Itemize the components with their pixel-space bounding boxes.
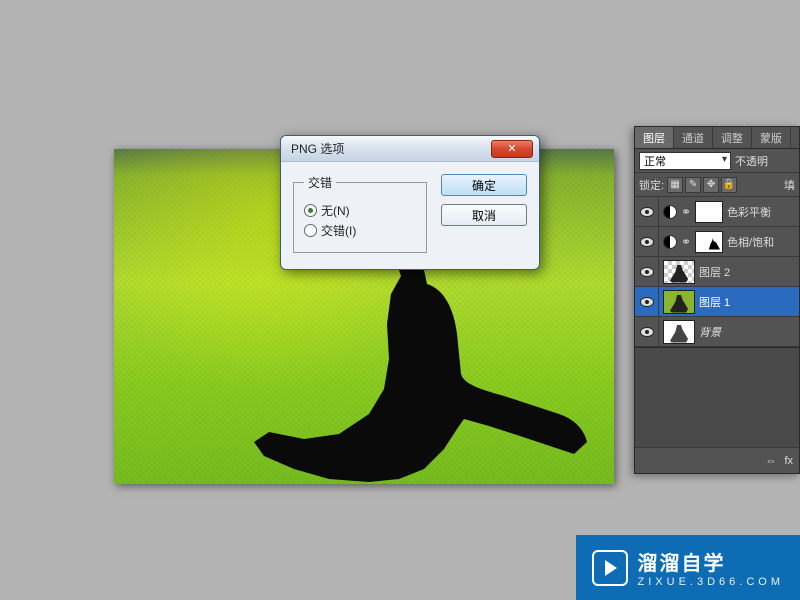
watermark: 溜溜自学 ZIXUE.3D66.COM: [576, 535, 800, 600]
lock-label: 锁定:: [639, 177, 664, 193]
dialog-title: PNG 选项: [291, 140, 491, 157]
eye-icon: [640, 327, 654, 337]
visibility-toggle[interactable]: [635, 257, 659, 286]
radio-none-label: 无(N): [321, 202, 350, 219]
tab-adjustments[interactable]: 调整: [713, 127, 752, 148]
mask-thumbnail[interactable]: [695, 201, 723, 223]
layers-list: ⚭ 色彩平衡 ⚭ 色相/饱和 图层 2 图层 1 背景: [635, 197, 799, 347]
layers-panel: 图层 通道 调整 蒙版 正常 不透明 锁定: ▦ ✎ ✥ 🔒 填 ⚭ 色彩平衡: [634, 126, 800, 474]
layer-row-background[interactable]: 背景: [635, 317, 799, 347]
adjustment-icon: [663, 235, 677, 249]
layer-row-color-balance[interactable]: ⚭ 色彩平衡: [635, 197, 799, 227]
tab-masks[interactable]: 蒙版: [752, 127, 791, 148]
lock-move-icon[interactable]: ✥: [703, 177, 719, 193]
link-icon: ⚭: [681, 235, 691, 249]
dialog-body: 交错 无(N) 交错(I) 确定 取消: [281, 162, 539, 269]
cancel-button[interactable]: 取消: [441, 204, 527, 226]
layer-thumbnail[interactable]: [663, 320, 695, 344]
layer-name[interactable]: 图层 2: [699, 264, 795, 280]
radio-none-row[interactable]: 无(N): [304, 202, 416, 219]
opacity-label: 不透明: [735, 153, 768, 169]
radio-interlaced[interactable]: [304, 224, 317, 237]
layer-name[interactable]: 色相/饱和: [727, 234, 795, 250]
lock-row: 锁定: ▦ ✎ ✥ 🔒 填: [635, 173, 799, 197]
fill-label: 填: [784, 177, 795, 193]
radio-interlaced-label: 交错(I): [321, 222, 356, 239]
visibility-toggle[interactable]: [635, 197, 659, 226]
fx-icon[interactable]: fx: [784, 455, 793, 467]
watermark-sub: ZIXUE.3D66.COM: [638, 576, 784, 588]
lock-all-icon[interactable]: 🔒: [721, 177, 737, 193]
ok-button[interactable]: 确定: [441, 174, 527, 196]
layer-thumbnail[interactable]: [663, 260, 695, 284]
adjustment-icon: [663, 205, 677, 219]
radio-interlaced-row[interactable]: 交错(I): [304, 222, 416, 239]
layer-row-hue-saturation[interactable]: ⚭ 色相/饱和: [635, 227, 799, 257]
layer-name[interactable]: 图层 1: [699, 294, 795, 310]
watermark-main: 溜溜自学: [638, 547, 784, 576]
tab-layers[interactable]: 图层: [635, 127, 674, 148]
link-icon: ⚭: [681, 205, 691, 219]
png-options-dialog: PNG 选项 ✕ 交错 无(N) 交错(I) 确定 取消: [280, 135, 540, 270]
layer-name[interactable]: 色彩平衡: [727, 204, 795, 220]
mask-thumbnail[interactable]: [695, 231, 723, 253]
fieldset-legend: 交错: [304, 174, 336, 191]
layer-name[interactable]: 背景: [699, 324, 795, 340]
interlace-fieldset: 交错 无(N) 交错(I): [293, 174, 427, 253]
panel-tabs: 图层 通道 调整 蒙版: [635, 127, 799, 149]
tab-channels[interactable]: 通道: [674, 127, 713, 148]
watermark-text: 溜溜自学 ZIXUE.3D66.COM: [638, 547, 784, 588]
panel-footer: ⇔ fx: [635, 447, 799, 473]
eye-icon: [640, 297, 654, 307]
blend-mode-row: 正常 不透明: [635, 149, 799, 173]
layer-thumbnail[interactable]: [663, 290, 695, 314]
eye-icon: [640, 267, 654, 277]
visibility-toggle[interactable]: [635, 317, 659, 346]
play-icon: [592, 550, 628, 586]
close-button[interactable]: ✕: [491, 140, 533, 158]
lock-brush-icon[interactable]: ✎: [685, 177, 701, 193]
layer-row-layer2[interactable]: 图层 2: [635, 257, 799, 287]
radio-none[interactable]: [304, 204, 317, 217]
lock-transparency-icon[interactable]: ▦: [667, 177, 683, 193]
visibility-toggle[interactable]: [635, 227, 659, 256]
lock-icons: ▦ ✎ ✥ 🔒: [667, 177, 737, 193]
dialog-titlebar[interactable]: PNG 选项 ✕: [281, 136, 539, 162]
link-layers-icon[interactable]: ⇔: [765, 455, 776, 467]
panel-spacer: [635, 347, 799, 447]
dialog-buttons: 确定 取消: [441, 174, 527, 253]
blend-mode-select[interactable]: 正常: [639, 152, 731, 170]
visibility-toggle[interactable]: [635, 287, 659, 316]
layer-row-layer1[interactable]: 图层 1: [635, 287, 799, 317]
close-icon: ✕: [507, 142, 516, 155]
eye-icon: [640, 237, 654, 247]
eye-icon: [640, 207, 654, 217]
